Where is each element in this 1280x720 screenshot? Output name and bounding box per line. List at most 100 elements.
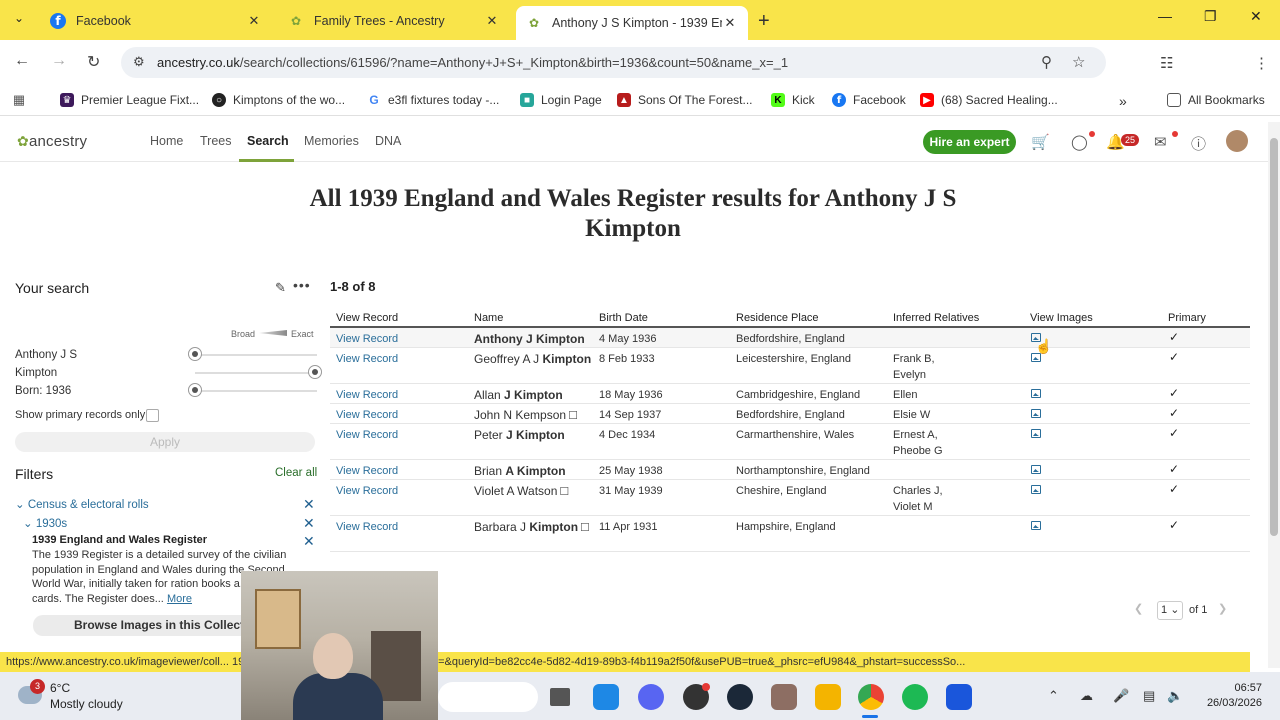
- scrollbar-thumb[interactable]: [1270, 138, 1278, 536]
- system-clock[interactable]: 06:57 26/03/2026: [1202, 681, 1262, 711]
- weather-temp[interactable]: 6°C: [50, 681, 70, 695]
- view-image-icon[interactable]: [1031, 485, 1041, 494]
- tab-anthony-kimpton[interactable]: ✿ Anthony J S Kimpton - 1939 En ✕: [516, 6, 748, 40]
- first-name-slider-knob[interactable]: [188, 347, 202, 361]
- bookmark-login-page[interactable]: ■ Login Page: [520, 93, 602, 107]
- pencil-icon[interactable]: ✎: [275, 280, 286, 296]
- view-record-link[interactable]: View Record: [336, 519, 398, 535]
- bookmark-kimptons[interactable]: ○ Kimptons of the wo...: [212, 93, 345, 107]
- nav-home[interactable]: Home: [150, 134, 183, 148]
- all-bookmarks[interactable]: All Bookmarks: [1167, 93, 1265, 107]
- taskbar-search[interactable]: [438, 682, 538, 712]
- clear-all-link[interactable]: Clear all: [275, 467, 317, 479]
- remove-filter-icon[interactable]: ✕: [303, 515, 315, 532]
- view-image-icon[interactable]: [1031, 409, 1041, 418]
- more-bookmarks-icon[interactable]: »: [1119, 93, 1127, 109]
- hire-expert-button[interactable]: Hire an expert: [923, 130, 1016, 154]
- tray-chevron-icon[interactable]: ⌃: [1048, 688, 1059, 704]
- remove-filter-icon[interactable]: ✕: [303, 533, 315, 550]
- help-icon[interactable]: ⓘ: [1191, 133, 1206, 154]
- view-record-link[interactable]: View Record: [336, 407, 398, 423]
- cart-icon[interactable]: 🛒: [1031, 133, 1050, 151]
- bookmark-premier-league[interactable]: ♛ Premier League Fixt...: [60, 93, 199, 107]
- view-record-link[interactable]: View Record: [336, 331, 398, 347]
- forward-icon[interactable]: →: [51, 52, 67, 70]
- view-record-link[interactable]: View Record: [336, 483, 398, 499]
- task-view-icon[interactable]: [550, 688, 570, 706]
- discord-icon[interactable]: [638, 684, 664, 710]
- filter-1930s[interactable]: ⌄ 1930s: [23, 516, 67, 530]
- next-page-icon[interactable]: ❯: [1218, 602, 1227, 615]
- chrome-icon[interactable]: [858, 684, 884, 710]
- onedrive-icon[interactable]: ☁: [1080, 688, 1093, 704]
- view-image-icon[interactable]: [1031, 521, 1041, 530]
- reload-icon[interactable]: ↻: [87, 52, 100, 72]
- more-options-icon[interactable]: •••: [293, 277, 311, 293]
- app-icon[interactable]: [946, 684, 972, 710]
- prev-page-icon[interactable]: ❮: [1134, 602, 1143, 615]
- view-record-link[interactable]: View Record: [336, 463, 398, 479]
- primary-records-checkbox[interactable]: [146, 409, 159, 422]
- view-image-icon[interactable]: [1031, 429, 1041, 438]
- col-birth-date[interactable]: Birth Date: [599, 312, 648, 324]
- bookmark-e3fl[interactable]: Ge3fl fixtures today -...: [367, 93, 499, 107]
- nav-dna[interactable]: DNA: [375, 134, 401, 148]
- filter-census-electoral[interactable]: ⌄ Census & electoral rolls: [15, 497, 149, 511]
- outlook-icon[interactable]: [593, 684, 619, 710]
- comment-icon[interactable]: ☐: [580, 520, 590, 536]
- site-settings-icon[interactable]: ⚙: [133, 54, 145, 70]
- comment-icon[interactable]: ☐: [568, 408, 578, 424]
- bookmark-facebook[interactable]: f Facebook: [832, 93, 906, 107]
- network-icon[interactable]: ▤: [1143, 688, 1155, 704]
- restore-icon[interactable]: ❐: [1204, 8, 1217, 25]
- tab-family-trees[interactable]: ✿ Family Trees - Ancestry ✕: [278, 6, 510, 36]
- close-icon[interactable]: ✕: [722, 15, 738, 31]
- address-bar[interactable]: ⚙ ancestry.co.uk/search/collections/6159…: [121, 47, 1106, 78]
- view-record-link[interactable]: View Record: [336, 427, 398, 443]
- game-icon[interactable]: [771, 684, 797, 710]
- messages-icon[interactable]: ✉: [1154, 133, 1167, 151]
- nav-memories[interactable]: Memories: [304, 134, 359, 148]
- last-name-slider-knob[interactable]: [308, 365, 322, 379]
- tab-facebook[interactable]: f Facebook ✕: [40, 6, 272, 36]
- new-tab-icon[interactable]: +: [758, 10, 770, 33]
- spotify-icon[interactable]: [902, 684, 928, 710]
- last-name-slider-track[interactable]: [195, 372, 317, 374]
- menu-dots-icon[interactable]: ⋮: [1254, 54, 1269, 72]
- view-record-link[interactable]: View Record: [336, 351, 398, 367]
- back-icon[interactable]: ←: [14, 52, 30, 70]
- remove-filter-icon[interactable]: ✕: [303, 496, 315, 513]
- born-slider-knob[interactable]: [188, 383, 202, 397]
- close-icon[interactable]: ✕: [484, 13, 500, 29]
- file-explorer-icon[interactable]: [815, 684, 841, 710]
- ancestry-logo[interactable]: ✿ancestry: [17, 133, 87, 150]
- bookmark-star-icon[interactable]: ☆: [1072, 53, 1085, 71]
- hints-icon[interactable]: ◯: [1071, 133, 1088, 151]
- first-name-slider-track[interactable]: [195, 354, 317, 356]
- user-avatar[interactable]: [1226, 130, 1248, 152]
- window-close-icon[interactable]: ✕: [1250, 8, 1262, 25]
- volume-icon[interactable]: 🔈: [1167, 688, 1183, 704]
- comment-icon[interactable]: ☐: [559, 484, 569, 500]
- bookmark-sons-forest[interactable]: ▲ Sons Of The Forest...: [617, 93, 753, 107]
- nav-search[interactable]: Search: [247, 134, 289, 148]
- weather-condition[interactable]: Mostly cloudy: [50, 697, 123, 711]
- zoom-search-icon[interactable]: ⚲: [1041, 53, 1052, 71]
- more-link[interactable]: More: [167, 593, 192, 605]
- nav-trees[interactable]: Trees: [200, 134, 232, 148]
- page-select[interactable]: 1 ⌄: [1157, 601, 1183, 620]
- minimize-icon[interactable]: —: [1158, 8, 1172, 24]
- bookmark-kick[interactable]: K Kick: [771, 93, 815, 107]
- extensions-puzzle-icon[interactable]: ☷: [1160, 54, 1173, 72]
- close-icon[interactable]: ✕: [246, 13, 262, 29]
- view-image-icon[interactable]: [1031, 389, 1041, 398]
- view-record-link[interactable]: View Record: [336, 387, 398, 403]
- steam-icon[interactable]: [727, 684, 753, 710]
- url-text[interactable]: ancestry.co.uk/search/collections/61596/…: [157, 55, 788, 70]
- view-image-icon[interactable]: [1031, 465, 1041, 474]
- born-slider-track[interactable]: [195, 390, 317, 392]
- bookmark-sacred-healing[interactable]: ▶ (68) Sacred Healing...: [920, 93, 1058, 107]
- apply-button[interactable]: Apply: [15, 432, 315, 452]
- tab-search-chevron-icon[interactable]: ⌄: [10, 11, 28, 29]
- apps-grid-icon[interactable]: ▦: [12, 92, 33, 107]
